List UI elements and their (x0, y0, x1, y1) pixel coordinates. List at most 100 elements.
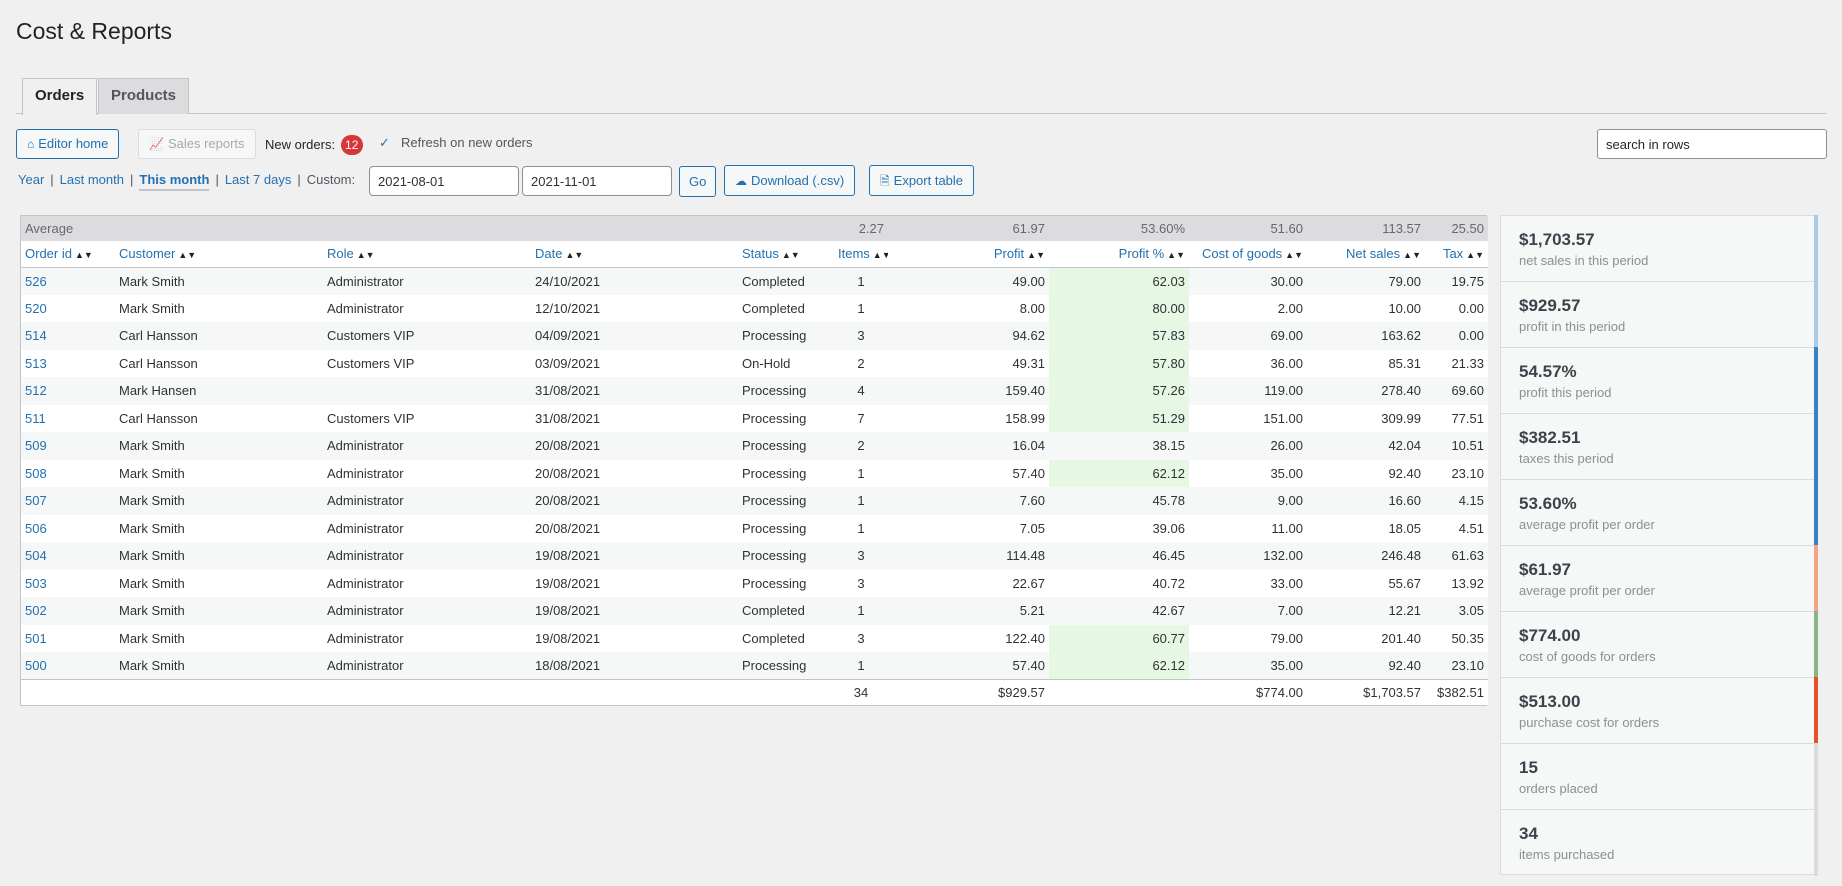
cell-profit-pct: 51.29 (1049, 404, 1189, 432)
cell-tax: 3.05 (1425, 597, 1488, 625)
header-row: Order id ▲▼ Customer ▲▼ Role ▲▼ Date ▲▼ Stat… (21, 241, 1488, 268)
cell-profit: 16.04 (888, 432, 1049, 460)
cell-date: 31/08/2021 (531, 404, 738, 432)
cell-cost-of-goods: 9.00 (1189, 487, 1307, 515)
col-header-role[interactable]: Role ▲▼ (323, 241, 531, 268)
cell-items: 3 (834, 569, 888, 597)
cell-cost-of-goods: 26.00 (1189, 432, 1307, 460)
order-id-link[interactable]: 503 (25, 576, 47, 591)
col-header-items[interactable]: Items ▲▼ (834, 241, 888, 268)
order-id-link[interactable]: 507 (25, 493, 47, 508)
average-row: Average 2.27 61.97 53.60% 51.60 113.57 2… (21, 216, 1488, 241)
summary-card: $382.51 taxes this period (1500, 413, 1818, 480)
cell-date: 18/08/2021 (531, 652, 738, 680)
cell-profit: 57.40 (888, 652, 1049, 680)
col-header-customer[interactable]: Customer ▲▼ (115, 241, 323, 268)
export-table-button[interactable]: 🗎 Export table (869, 165, 975, 196)
download-csv-button[interactable]: ☁ Download (.csv) (724, 165, 856, 196)
date-from-input[interactable] (369, 166, 519, 196)
cell-profit-pct: 62.12 (1049, 652, 1189, 680)
cell-customer: Mark Smith (115, 267, 323, 295)
col-header-order-id[interactable]: Order id ▲▼ (21, 241, 115, 268)
cell-tax: 21.33 (1425, 349, 1488, 377)
cell-order-id: 526 (21, 267, 115, 295)
cell-net-sales: 55.67 (1307, 569, 1425, 597)
cell-status: Completed (738, 597, 834, 625)
col-header-cost-of-goods[interactable]: Cost of goods ▲▼ (1189, 241, 1307, 268)
table-row: 502 Mark Smith Administrator 19/08/2021 Comp… (21, 597, 1488, 625)
order-id-link[interactable]: 500 (25, 658, 47, 673)
cell-date: 19/08/2021 (531, 542, 738, 570)
cell-date: 20/08/2021 (531, 514, 738, 542)
editor-home-button[interactable]: ⌂ Editor home (16, 129, 120, 159)
cell-net-sales: 278.40 (1307, 377, 1425, 405)
order-id-link[interactable]: 506 (25, 521, 47, 536)
cell-order-id: 508 (21, 459, 115, 487)
col-header-tax[interactable]: Tax ▲▼ (1425, 241, 1488, 268)
order-id-link[interactable]: 511 (25, 411, 46, 426)
sort-icon: ▲▼ (1167, 250, 1185, 261)
date-to-input[interactable] (522, 166, 672, 196)
summary-card: $61.97 average profit per order (1500, 545, 1818, 612)
cell-date: 20/08/2021 (531, 487, 738, 515)
cell-cost-of-goods: 151.00 (1189, 404, 1307, 432)
order-id-link[interactable]: 526 (25, 274, 47, 289)
cell-profit-pct: 45.78 (1049, 487, 1189, 515)
col-header-status[interactable]: Status ▲▼ (738, 241, 834, 268)
cell-net-sales: 163.62 (1307, 322, 1425, 350)
table-row: 511 Carl Hansson Customers VIP 31/08/2021 Pr… (21, 404, 1488, 432)
new-orders-badge: 12 (340, 135, 363, 155)
order-id-link[interactable]: 508 (25, 466, 47, 481)
cell-role: Administrator (323, 459, 531, 487)
table-row: 501 Mark Smith Administrator 19/08/2021 Comp… (21, 624, 1488, 652)
cell-items: 1 (834, 267, 888, 295)
period-last-month-link[interactable]: Last month (60, 172, 124, 187)
order-id-link[interactable]: 513 (25, 356, 47, 371)
cell-order-id: 506 (21, 514, 115, 542)
cell-order-id: 514 (21, 322, 115, 350)
export-label: Export table (893, 173, 964, 188)
refresh-toggle[interactable]: ✓ Refresh on new orders (379, 135, 533, 151)
card-value: 34 (1519, 824, 1538, 843)
cell-net-sales: 201.40 (1307, 624, 1425, 652)
order-id-link[interactable]: 509 (25, 438, 47, 453)
cell-tax: 4.15 (1425, 487, 1488, 515)
cell-status: Completed (738, 624, 834, 652)
period-this-month-link[interactable]: This month (139, 172, 210, 191)
search-input[interactable] (1597, 129, 1827, 159)
col-header-profit[interactable]: Profit ▲▼ (888, 241, 1049, 268)
period-year-link[interactable]: Year (18, 172, 44, 187)
order-id-link[interactable]: 514 (25, 328, 47, 343)
order-id-link[interactable]: 504 (25, 548, 47, 563)
cell-status: Processing (738, 432, 834, 460)
card-accent-bar (1814, 545, 1818, 612)
col-header-profit-pct[interactable]: Profit % ▲▼ (1049, 241, 1189, 268)
cell-customer: Carl Hansson (115, 404, 323, 432)
order-id-link[interactable]: 520 (25, 301, 47, 316)
go-button[interactable]: Go (679, 166, 717, 197)
tab-products[interactable]: Products (98, 78, 190, 114)
order-id-link[interactable]: 512 (25, 383, 47, 398)
card-accent-bar (1814, 347, 1818, 414)
cell-order-id: 502 (21, 597, 115, 625)
cell-net-sales: 92.40 (1307, 459, 1425, 487)
cell-tax: 69.60 (1425, 377, 1488, 405)
card-accent-bar (1814, 809, 1818, 876)
col-header-net-sales[interactable]: Net sales ▲▼ (1307, 241, 1425, 268)
order-id-link[interactable]: 501 (25, 631, 47, 646)
cell-customer: Mark Smith (115, 624, 323, 652)
cell-status: Processing (738, 487, 834, 515)
tab-orders[interactable]: Orders (22, 78, 98, 115)
cell-order-id: 501 (21, 624, 115, 652)
sort-icon: ▲▼ (781, 250, 800, 261)
cell-items: 3 (834, 322, 888, 350)
col-header-date[interactable]: Date ▲▼ (531, 241, 738, 268)
cell-tax: 23.10 (1425, 652, 1488, 680)
period-last-7-days-link[interactable]: Last 7 days (225, 172, 292, 187)
table-row: 512 Mark Hansen 31/08/2021 Processing 4 159.4… (21, 377, 1488, 405)
cell-profit-pct: 57.83 (1049, 322, 1189, 350)
cell-role: Administrator (323, 652, 531, 680)
sales-reports-button[interactable]: 📈 Sales reports (138, 129, 256, 159)
cell-cost-of-goods: 11.00 (1189, 514, 1307, 542)
order-id-link[interactable]: 502 (25, 603, 47, 618)
